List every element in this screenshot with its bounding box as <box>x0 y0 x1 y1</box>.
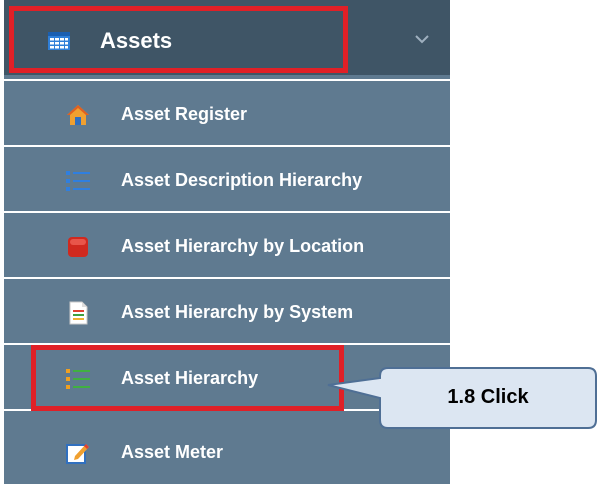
menu-item-label: Asset Hierarchy by Location <box>121 236 365 256</box>
edit-icon <box>66 444 89 464</box>
menu-item-label: Asset Register <box>121 104 248 124</box>
menu-item-label: Asset Hierarchy by System <box>121 302 354 322</box>
menu-item-asset-hierarchy-by-system[interactable]: Asset Hierarchy by System <box>4 277 450 343</box>
chevron-down-icon[interactable] <box>414 33 430 45</box>
menu-item-label: Asset Meter <box>121 442 224 462</box>
document-icon <box>69 301 88 325</box>
list-icon <box>66 171 90 191</box>
menu-item-asset-hierarchy-by-location[interactable]: Asset Hierarchy by Location <box>4 211 450 277</box>
menu-item-asset-description-hierarchy[interactable]: Asset Description Hierarchy <box>4 145 450 211</box>
assets-highlight-box <box>9 6 348 73</box>
screenshot-stage: Assets Asset Register Asset Description … <box>0 0 608 484</box>
asset-hierarchy-highlight-box <box>31 345 344 411</box>
callout-text: 1.8 Click <box>447 386 529 408</box>
house-icon <box>67 105 89 125</box>
menu-item-label: Asset Description Hierarchy <box>121 170 363 190</box>
menu-item-asset-register[interactable]: Asset Register <box>4 79 450 145</box>
red-box-icon <box>68 237 88 257</box>
